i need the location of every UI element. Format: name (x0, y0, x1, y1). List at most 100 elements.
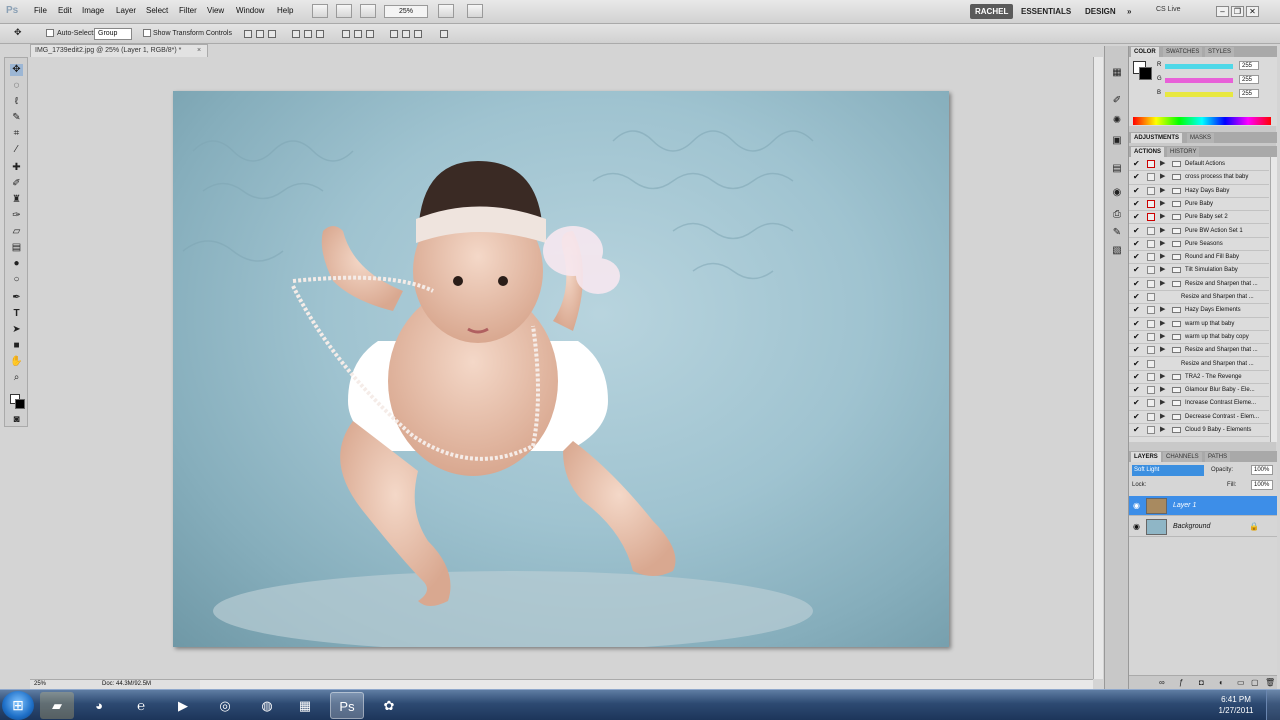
chrome-taskbar-icon[interactable]: ◕ (82, 692, 116, 719)
align-left-icon[interactable] (292, 30, 300, 38)
document-image[interactable] (173, 91, 949, 647)
menu-edit[interactable]: Edit (58, 6, 72, 15)
action-row[interactable]: ✔ ▶ Increase Contrast Eleme... (1129, 397, 1269, 411)
distribute-vcenter-icon[interactable] (354, 30, 362, 38)
blur-tool-icon[interactable]: ● (10, 258, 23, 270)
action-row[interactable]: ✔▶Resize and Sharpen that ... (1129, 291, 1269, 305)
action-dialog-toggle-icon[interactable] (1147, 186, 1155, 195)
action-dialog-toggle-icon[interactable] (1147, 412, 1155, 421)
action-dialog-toggle-icon[interactable] (1147, 253, 1155, 262)
hand-tool-icon[interactable]: ✋ (10, 356, 23, 368)
action-row[interactable]: ✔ ▶ Pure Baby (1129, 198, 1269, 212)
expand-triangle-icon[interactable]: ▶ (1160, 199, 1165, 209)
workspace-essentials[interactable]: ESSENTIALS (1016, 4, 1076, 19)
layer-name[interactable]: Background (1173, 523, 1210, 530)
color-slider-b-value[interactable]: 255 (1239, 89, 1259, 98)
shape-tool-icon[interactable]: ■ (10, 340, 23, 352)
tool-presets-panel-icon[interactable]: ▧ (1110, 244, 1124, 257)
action-dialog-toggle-icon[interactable] (1147, 399, 1155, 408)
lasso-tool-icon[interactable]: ℓ (10, 96, 23, 108)
expand-triangle-icon[interactable]: ▶ (1160, 332, 1165, 342)
dodge-tool-icon[interactable]: ○ (10, 274, 23, 286)
close-button[interactable]: ✕ (1246, 6, 1259, 17)
action-row[interactable]: ✔ ▶ warm up that baby (1129, 318, 1269, 331)
action-row[interactable]: ✔ ▶ Glamour Blur Baby - Ele... (1129, 384, 1269, 398)
launch-bridge-button[interactable] (312, 4, 328, 18)
action-row[interactable]: ✔ ▶ Cloud 9 Baby - Elements (1129, 424, 1269, 438)
action-dialog-toggle-icon[interactable] (1147, 239, 1155, 248)
action-row[interactable]: ✔ ▶ cross process that baby (1129, 171, 1269, 185)
action-dialog-toggle-icon[interactable] (1147, 372, 1155, 381)
expand-triangle-icon[interactable]: ▶ (1160, 239, 1165, 249)
explorer-taskbar-icon[interactable]: ▰ (40, 692, 74, 719)
action-toggle-check-icon[interactable]: ✔ (1133, 212, 1140, 222)
background-color-swatch[interactable] (15, 399, 25, 409)
menu-window[interactable]: Window (236, 6, 264, 15)
media-player-taskbar-icon[interactable]: ▶ (166, 692, 200, 719)
action-toggle-check-icon[interactable]: ✔ (1133, 292, 1140, 302)
menu-help[interactable]: Help (277, 6, 293, 15)
tab-history[interactable]: HISTORY (1167, 147, 1200, 157)
history-brush-tool-icon[interactable]: ✑ (10, 210, 23, 222)
expand-triangle-icon[interactable]: ▶ (1160, 319, 1165, 329)
hp-taskbar-icon[interactable]: ◎ (208, 692, 242, 719)
action-toggle-check-icon[interactable]: ✔ (1133, 385, 1140, 395)
clone-stamp-tool-icon[interactable]: ♜ (10, 194, 23, 206)
pen-tool-icon[interactable]: ✒ (10, 292, 23, 304)
action-row[interactable]: ✔ ▶ Default Actions (1129, 158, 1269, 172)
type-tool-icon[interactable]: T (10, 308, 23, 320)
align-bottom-icon[interactable] (268, 30, 276, 38)
action-toggle-check-icon[interactable]: ✔ (1133, 319, 1140, 329)
expand-triangle-icon[interactable]: ▶ (1160, 279, 1165, 289)
action-dialog-toggle-icon[interactable] (1147, 426, 1155, 434)
action-row[interactable]: ✔ ▶ warm up that baby copy (1129, 331, 1269, 345)
expand-triangle-icon[interactable]: ▶ (1160, 372, 1165, 382)
color-spectrum-ramp[interactable] (1133, 117, 1271, 125)
tab-masks[interactable]: MASKS (1187, 133, 1215, 143)
action-toggle-check-icon[interactable]: ✔ (1133, 239, 1140, 249)
layer-style-icon[interactable]: ƒ (1179, 678, 1183, 687)
launch-minibridge-button[interactable] (336, 4, 352, 18)
gradient-tool-icon[interactable]: ▤ (10, 242, 23, 254)
expand-triangle-icon[interactable]: ▶ (1160, 412, 1165, 422)
minimize-button[interactable]: – (1216, 6, 1229, 17)
action-toggle-check-icon[interactable]: ✔ (1133, 265, 1140, 275)
expand-triangle-icon[interactable]: ▶ (1160, 212, 1165, 222)
expand-triangle-icon[interactable]: ▶ (1160, 159, 1165, 169)
restore-button[interactable]: ❐ (1231, 6, 1244, 17)
eraser-tool-icon[interactable]: ▱ (10, 226, 23, 238)
eyedropper-tool-icon[interactable]: ⁄ (10, 144, 23, 156)
status-doc-size[interactable]: Doc: 44.3M/92.5M (102, 680, 151, 689)
info-panel-icon[interactable]: ▣ (1110, 134, 1124, 147)
new-layer-icon[interactable]: ▢ (1251, 678, 1259, 687)
action-toggle-check-icon[interactable]: ✔ (1133, 199, 1140, 209)
character-panel-icon[interactable]: ◉ (1110, 186, 1124, 199)
action-dialog-toggle-icon[interactable] (1147, 386, 1155, 395)
action-dialog-toggle-icon[interactable] (1147, 359, 1155, 368)
expand-triangle-icon[interactable]: ▶ (1160, 398, 1165, 408)
expand-triangle-icon[interactable]: ▶ (1160, 345, 1165, 355)
action-toggle-check-icon[interactable]: ✔ (1133, 186, 1140, 196)
clone-source-panel-icon[interactable]: ✺ (1110, 114, 1124, 127)
ie-taskbar-icon[interactable]: ℮ (124, 692, 158, 719)
action-toggle-check-icon[interactable]: ✔ (1133, 359, 1140, 369)
brush-tool-icon[interactable]: ✐ (10, 178, 23, 190)
zoom-level-select[interactable]: 25% (384, 5, 428, 18)
move-tool-preset-icon[interactable]: ✥ (14, 27, 22, 38)
action-row[interactable]: ✔▶Resize and Sharpen that ... (1129, 278, 1269, 291)
workspace-rachel[interactable]: RACHEL (970, 4, 1014, 19)
quick-mask-icon[interactable]: ◙ (10, 414, 23, 426)
action-row[interactable]: ✔▶Resize and Sharpen that ... (1129, 358, 1269, 371)
color-slider-r-track[interactable] (1165, 64, 1233, 69)
action-row[interactable]: ✔ ▶ Hazy Days Elements (1129, 304, 1269, 318)
tab-paths[interactable]: PATHS (1205, 452, 1231, 462)
layer-row-layer-1[interactable]: ◉ Layer 1 (1129, 496, 1277, 516)
auto-align-layers-icon[interactable] (440, 30, 448, 38)
action-row[interactable]: ✔ ▶ Pure Seasons (1129, 238, 1269, 252)
expand-triangle-icon[interactable]: ▶ (1160, 305, 1165, 315)
action-dialog-toggle-icon[interactable] (1147, 266, 1155, 275)
action-toggle-check-icon[interactable]: ✔ (1133, 172, 1140, 182)
app-taskbar-icon[interactable]: ▦ (288, 692, 322, 719)
action-toggle-check-icon[interactable]: ✔ (1133, 398, 1140, 408)
healing-brush-tool-icon[interactable]: ✚ (10, 162, 23, 174)
